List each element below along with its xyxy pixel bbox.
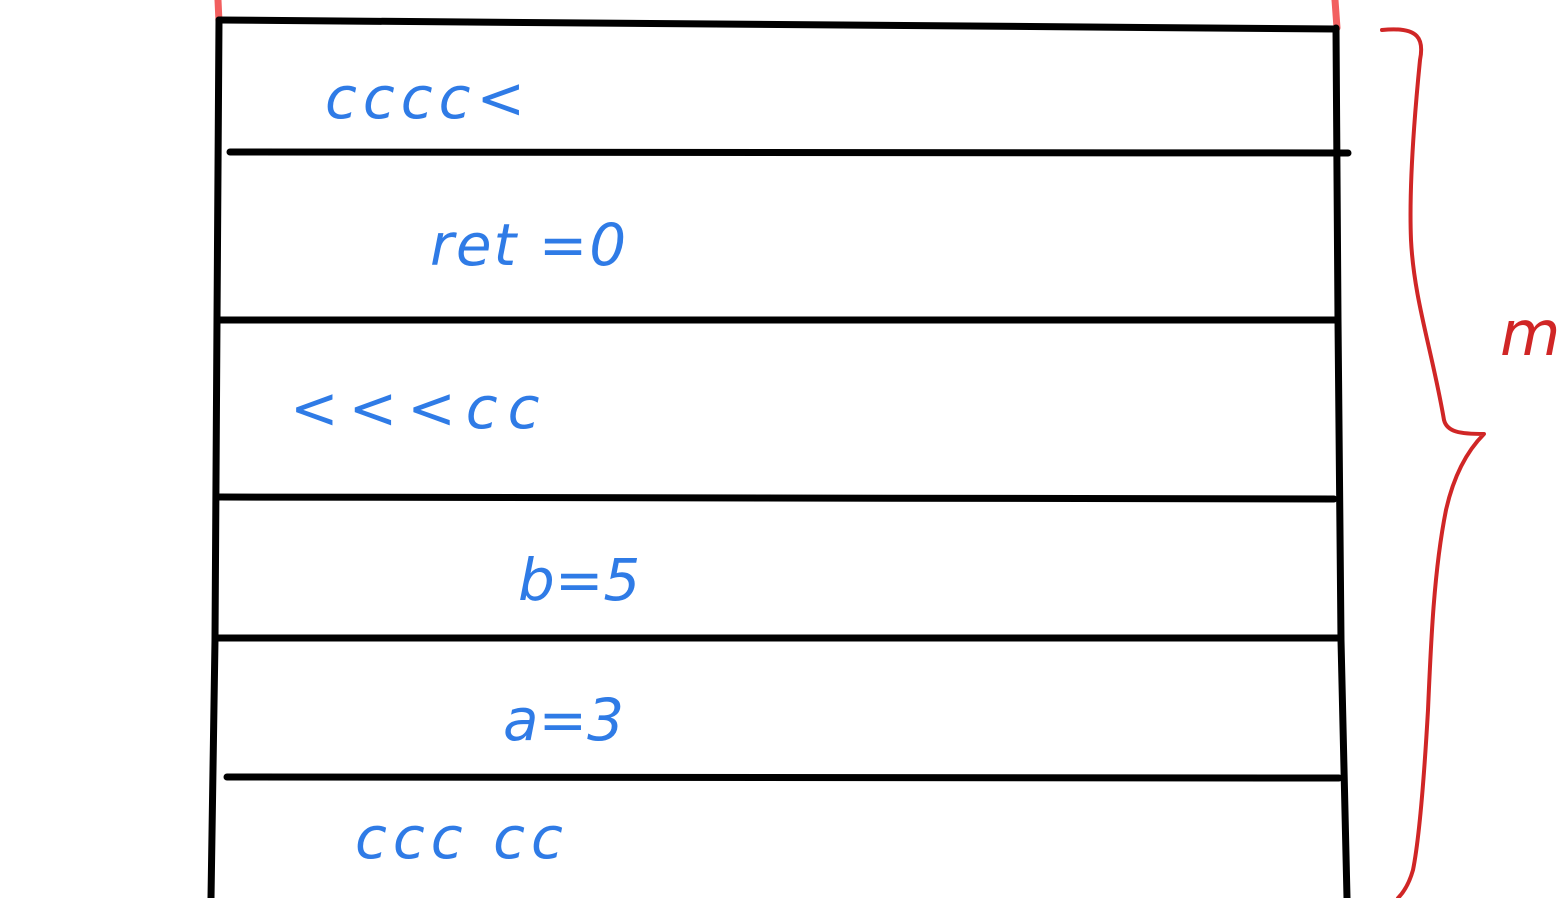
stack-diagram: cccc< ret =0 <<<cc b=5 a=3 ccc cc m bbox=[207, 0, 1557, 898]
cell-text: cccc< bbox=[325, 64, 531, 132]
divider-line bbox=[223, 773, 1343, 782]
bracket-label: m bbox=[1500, 297, 1557, 370]
cell-text: <<<cc bbox=[290, 374, 550, 442]
divider-line bbox=[226, 148, 1352, 157]
stack-right-wall bbox=[1332, 24, 1351, 898]
cell-text: b=5 bbox=[518, 546, 640, 614]
divider-line bbox=[215, 493, 1338, 503]
frame-top-right-red-mark bbox=[1331, 0, 1341, 32]
stack-left-wall bbox=[207, 16, 223, 898]
cell-text: ret =0 bbox=[430, 211, 628, 279]
red-curly-brace bbox=[1380, 27, 1486, 898]
cell-text: a=3 bbox=[503, 686, 624, 754]
cell-text: ccc cc bbox=[355, 804, 569, 872]
divider-line bbox=[215, 16, 1340, 33]
